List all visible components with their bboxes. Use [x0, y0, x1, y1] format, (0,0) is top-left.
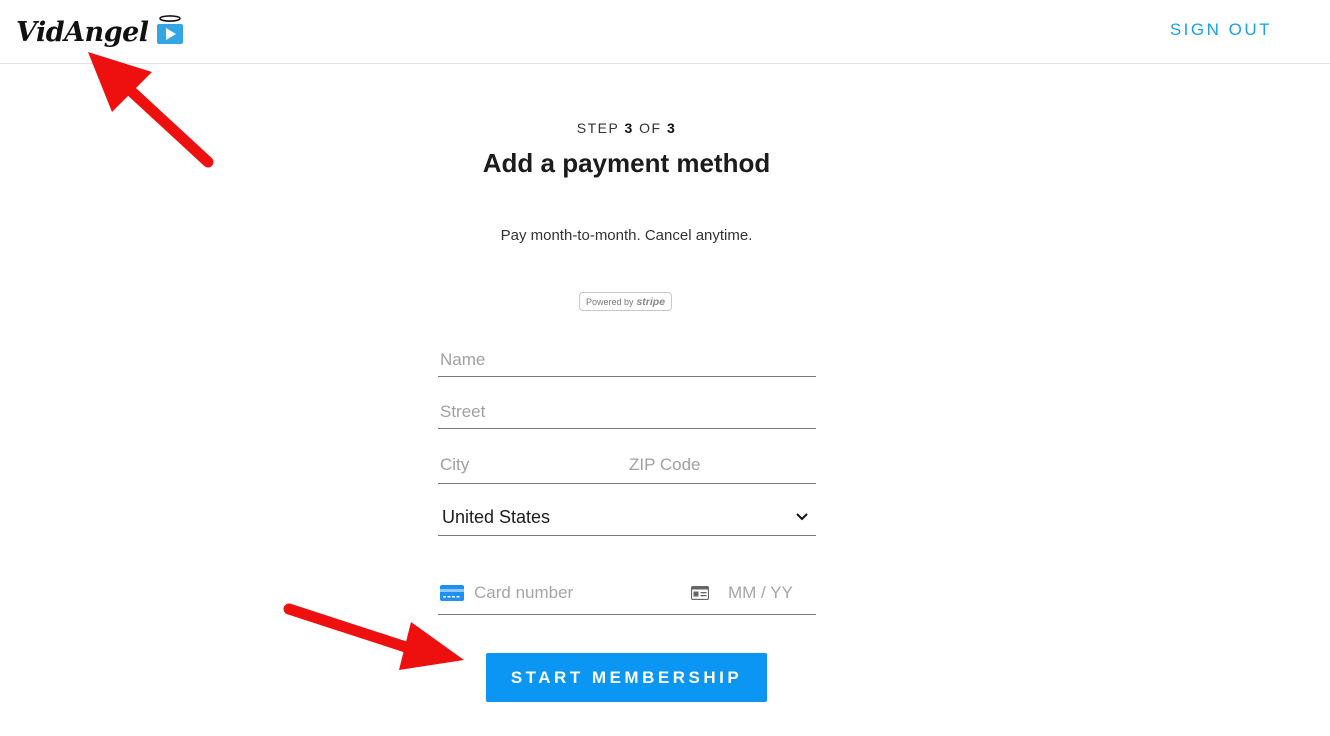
start-membership-button[interactable]: START MEMBERSHIP: [486, 653, 767, 702]
annotation-arrow-icon: [88, 52, 214, 168]
city-zip-row: [438, 448, 816, 484]
step-of: OF: [639, 120, 662, 136]
country-selected-value: United States: [442, 507, 551, 527]
powered-by-stripe-badge[interactable]: Powered by stripe: [579, 292, 672, 311]
card-details-row: [438, 574, 816, 615]
id-card-icon: [691, 586, 709, 600]
vidangel-logo[interactable]: VidAngel: [16, 10, 185, 54]
page-title: Add a payment method: [482, 148, 771, 178]
name-input[interactable]: [438, 343, 816, 377]
stripe-badge-prefix: Powered by: [585, 296, 634, 307]
play-badge-icon: [156, 15, 183, 44]
card-number-input[interactable]: [474, 578, 674, 608]
step-indicator: STEP 3 OF 3: [0, 120, 1253, 136]
chevron-down-icon: [796, 513, 808, 521]
zip-code-input[interactable]: [627, 448, 816, 482]
step-current: 3: [624, 120, 634, 136]
annotation-arrow-icon: [283, 603, 464, 670]
top-header: VidAngel SIGN OUT: [0, 0, 1330, 64]
logo-text: VidAngel: [16, 16, 149, 48]
step-total: 3: [666, 120, 677, 136]
sign-out-link[interactable]: SIGN OUT: [1170, 20, 1272, 40]
street-input[interactable]: [438, 395, 816, 429]
country-select[interactable]: United States: [438, 500, 816, 536]
expiry-input[interactable]: [728, 578, 814, 608]
page-subtitle: Pay month-to-month. Cancel anytime.: [500, 227, 753, 244]
stripe-badge-brand: stripe: [636, 295, 666, 308]
city-input[interactable]: [438, 448, 622, 482]
credit-card-icon: [440, 585, 464, 601]
step-word: STEP: [576, 120, 620, 136]
